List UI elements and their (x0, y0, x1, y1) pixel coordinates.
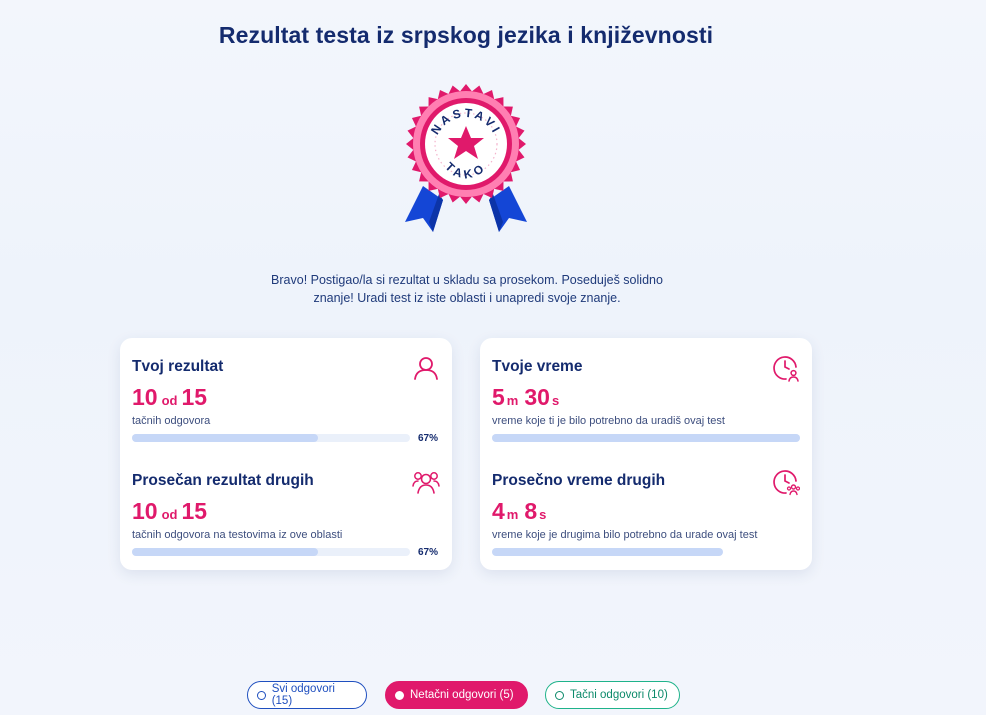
your-score-total: 15 (181, 384, 208, 410)
nastavi-tako-badge-icon: NASTAVI TAKO (405, 84, 527, 232)
time-card: Tvoje vreme 5 m 30 s vreme koje ti je bilo … (480, 338, 812, 570)
your-time-min-unit: m (506, 393, 519, 408)
others-time-title: Prosečno vreme drugih (492, 472, 666, 489)
clock-user-icon (773, 356, 799, 382)
your-score-percent: 67% (417, 433, 438, 444)
clock-users-icon (773, 470, 800, 496)
others-score-total: 15 (181, 498, 208, 524)
others-time-value: 4m8s (492, 498, 800, 526)
your-time-caption: vreme koje ti je bilo potrebno da uradiš… (492, 415, 725, 427)
others-score-progress: 67% (132, 547, 440, 558)
radio-dot-icon (395, 690, 404, 700)
result-message-line-2: znanje! Uradi test iz iste oblasti i una… (313, 291, 621, 305)
others-score-block: Prosečan rezultat drugih 10 od 15 tačnih o… (132, 468, 440, 578)
filter-correct-answers-button[interactable]: Tačni odgovori (10) (545, 681, 680, 709)
page-title: Rezultat testa iz srpskog jezika i knjiž… (218, 22, 714, 48)
your-time-seconds: 30 (524, 384, 550, 410)
your-score-progress-fill (132, 434, 318, 442)
others-score-value: 10 od 15 (132, 498, 440, 526)
result-message: Bravo! Postigao/la si rezultat u skladu … (250, 271, 684, 307)
your-score-block: Tvoj rezultat 10 od 15 tačnih odgovora 67% (132, 354, 440, 464)
users-icon (412, 472, 440, 494)
your-time-title: Tvoje vreme (492, 358, 583, 375)
radio-dot-icon (257, 690, 266, 700)
others-score-percent: 67% (417, 547, 438, 558)
your-score-correct: 10 (132, 384, 158, 410)
others-score-title: Prosečan rezultat drugih (132, 472, 314, 489)
your-time-block: Tvoje vreme 5 m 30 s vreme koje ti je bilo … (492, 354, 800, 464)
your-score-of: od (161, 393, 178, 408)
your-score-progress: 67% (132, 433, 440, 444)
your-score-title: Tvoj rezultat (132, 358, 224, 375)
others-time-caption: vreme koje je drugima bilo potrebno da u… (492, 529, 758, 541)
your-time-minutes: 5 (492, 384, 505, 410)
others-time-progress (492, 548, 800, 558)
others-time-progress-fill (492, 548, 723, 556)
others-score-correct: 10 (132, 498, 158, 524)
others-time-seconds: 8 (524, 498, 538, 524)
your-time-progress-fill (492, 434, 800, 442)
score-card: Tvoj rezultat 10 od 15 tačnih odgovora 67%… (120, 338, 452, 570)
radio-dot-icon (555, 690, 564, 700)
your-time-sec-unit: s (551, 393, 560, 408)
your-score-value: 10 od 15 (132, 384, 440, 412)
user-icon (414, 357, 438, 380)
others-time-min-unit: m (506, 507, 519, 522)
filter-wrong-answers-label: Netačni odgovori (5) (410, 689, 514, 701)
filter-all-answers-label: Svi odgovori (15) (271, 683, 335, 707)
others-time-block: Prosečno vreme drugih 4m8s vreme koje je… (492, 468, 800, 578)
others-score-caption: tačnih odgovora na testovima iz ove obla… (132, 529, 343, 541)
your-time-progress (492, 434, 800, 444)
others-time-minutes: 4 (492, 498, 505, 524)
others-score-of: od (161, 507, 178, 522)
others-score-progress-fill (132, 548, 318, 556)
filter-correct-answers-label: Tačni odgovori (10) (570, 689, 668, 701)
filter-wrong-answers-button[interactable]: Netačni odgovori (5) (385, 681, 528, 709)
filter-all-answers-button[interactable]: Svi odgovori (15) (247, 681, 367, 709)
others-time-sec-unit: s (539, 507, 547, 522)
your-time-value: 5 m 30 s (492, 384, 800, 412)
result-message-line-1: Bravo! Postigao/la si rezultat u skladu … (271, 273, 663, 287)
your-score-caption: tačnih odgovora (132, 415, 211, 427)
